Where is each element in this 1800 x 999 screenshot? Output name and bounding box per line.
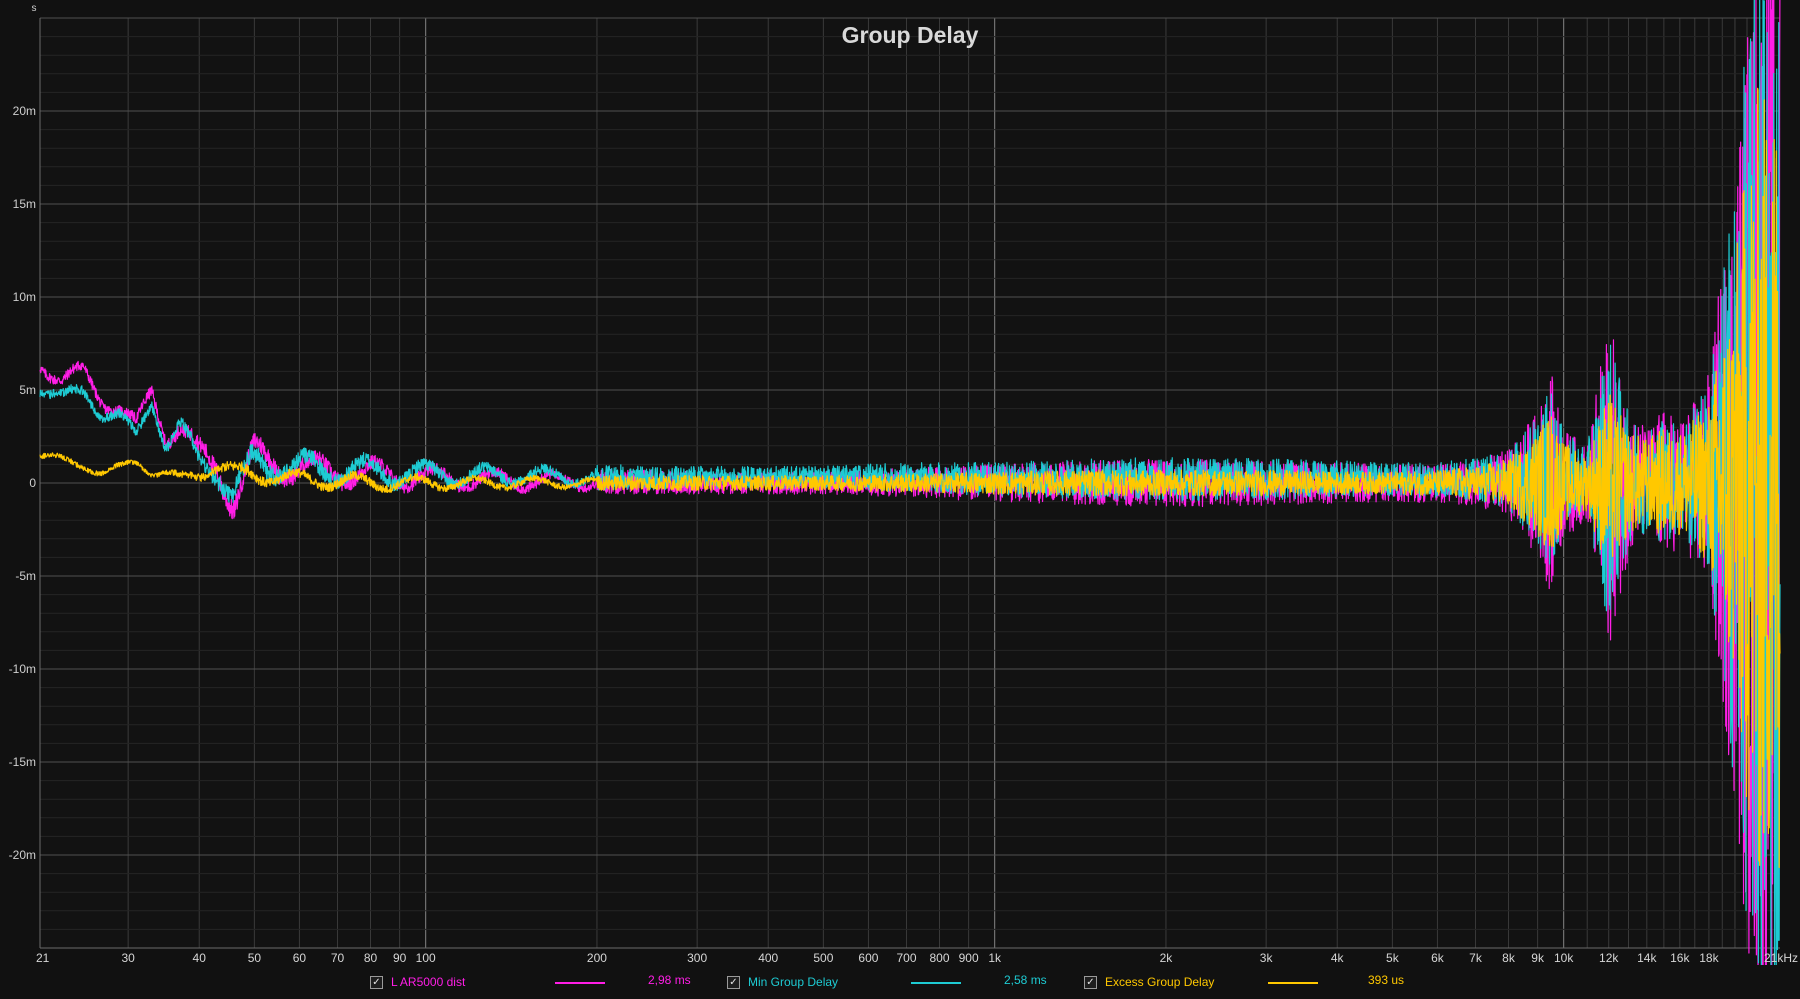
x-tick-label: 14k (1637, 951, 1657, 965)
y-tick-label: 10m (13, 290, 36, 304)
series-3-label: Excess Group Delay (1105, 975, 1215, 989)
x-tick-label: 60 (293, 951, 307, 965)
series-2-line-swatch (911, 982, 961, 984)
x-tick-label: 12k (1599, 951, 1619, 965)
chart-title: Group Delay (842, 22, 979, 48)
x-tick-label: 80 (364, 951, 378, 965)
x-tick-label: 900 (959, 951, 979, 965)
x-tick-label: 6k (1431, 951, 1445, 965)
x-tick-label: 1k (988, 951, 1002, 965)
x-tick-label: 2k (1160, 951, 1174, 965)
y-tick-label: 15m (13, 197, 36, 211)
x-tick-label: 21 (36, 951, 50, 965)
x-tick-label: 100 (416, 951, 436, 965)
y-tick-label: 5m (19, 383, 36, 397)
x-tick-label: 50 (248, 951, 262, 965)
y-unit-label: s (32, 3, 37, 14)
legend-bar: ✓ L AR5000 dist 2,98 ms ✓ Min Group Dela… (0, 965, 1800, 999)
series-1-label: L AR5000 dist (391, 975, 466, 989)
y-tick-label: 0 (29, 476, 36, 490)
legend-item-series-2[interactable]: ✓ Min Group Delay (727, 973, 838, 991)
x-tick-label: 300 (687, 951, 707, 965)
series-3-checkbox[interactable]: ✓ (1084, 975, 1097, 989)
x-tick-label: 30 (121, 951, 135, 965)
legend-item-series-1[interactable]: ✓ L AR5000 dist (370, 973, 465, 991)
x-tick-label: 400 (758, 951, 778, 965)
x-tick-label: 3k (1260, 951, 1274, 965)
x-tick-label: 5k (1386, 951, 1400, 965)
series-2-label: Min Group Delay (748, 975, 839, 989)
series-3-value: 393 us (1368, 973, 1405, 987)
x-tick-label: 4k (1331, 951, 1345, 965)
x-tick-label: 7k (1469, 951, 1483, 965)
x-tick-label: 40 (193, 951, 207, 965)
legend-item-series-3[interactable]: ✓ Excess Group Delay (1084, 973, 1214, 991)
x-tick-label: 90 (393, 951, 407, 965)
x-tick-label: 70 (331, 951, 345, 965)
x-tick-label: 8k (1502, 951, 1516, 965)
y-tick-label: -20m (9, 848, 36, 862)
x-tick-label: 700 (897, 951, 917, 965)
x-tick-label: 18k (1699, 951, 1719, 965)
x-tick-label: 500 (813, 951, 833, 965)
series-2-value: 2,58 ms (1004, 973, 1047, 987)
x-tick-label: 10k (1554, 951, 1574, 965)
y-tick-label: -10m (9, 662, 36, 676)
x-tick-label: 16k (1670, 951, 1690, 965)
series-1-value: 2,98 ms (648, 973, 691, 987)
x-tick-label: 600 (858, 951, 878, 965)
series-2-checkbox[interactable]: ✓ (727, 975, 740, 989)
x-tick-label: 800 (930, 951, 950, 965)
group-delay-chart: 20m 15m 10m 5m 0 -5m -10m -15m -20m 21 30 40 50 60 70 8… (0, 0, 1800, 965)
x-tick-label: 200 (587, 951, 607, 965)
series-3-line-swatch (1268, 982, 1318, 984)
y-tick-label: 20m (13, 104, 36, 118)
x-tick-label: 9k (1531, 951, 1545, 965)
x-tick-label: 21kHz (1764, 951, 1798, 965)
y-tick-label: -15m (9, 755, 36, 769)
series-1-line-swatch (555, 982, 605, 984)
y-tick-label: -5m (15, 569, 36, 583)
series-1-checkbox[interactable]: ✓ (370, 975, 383, 989)
